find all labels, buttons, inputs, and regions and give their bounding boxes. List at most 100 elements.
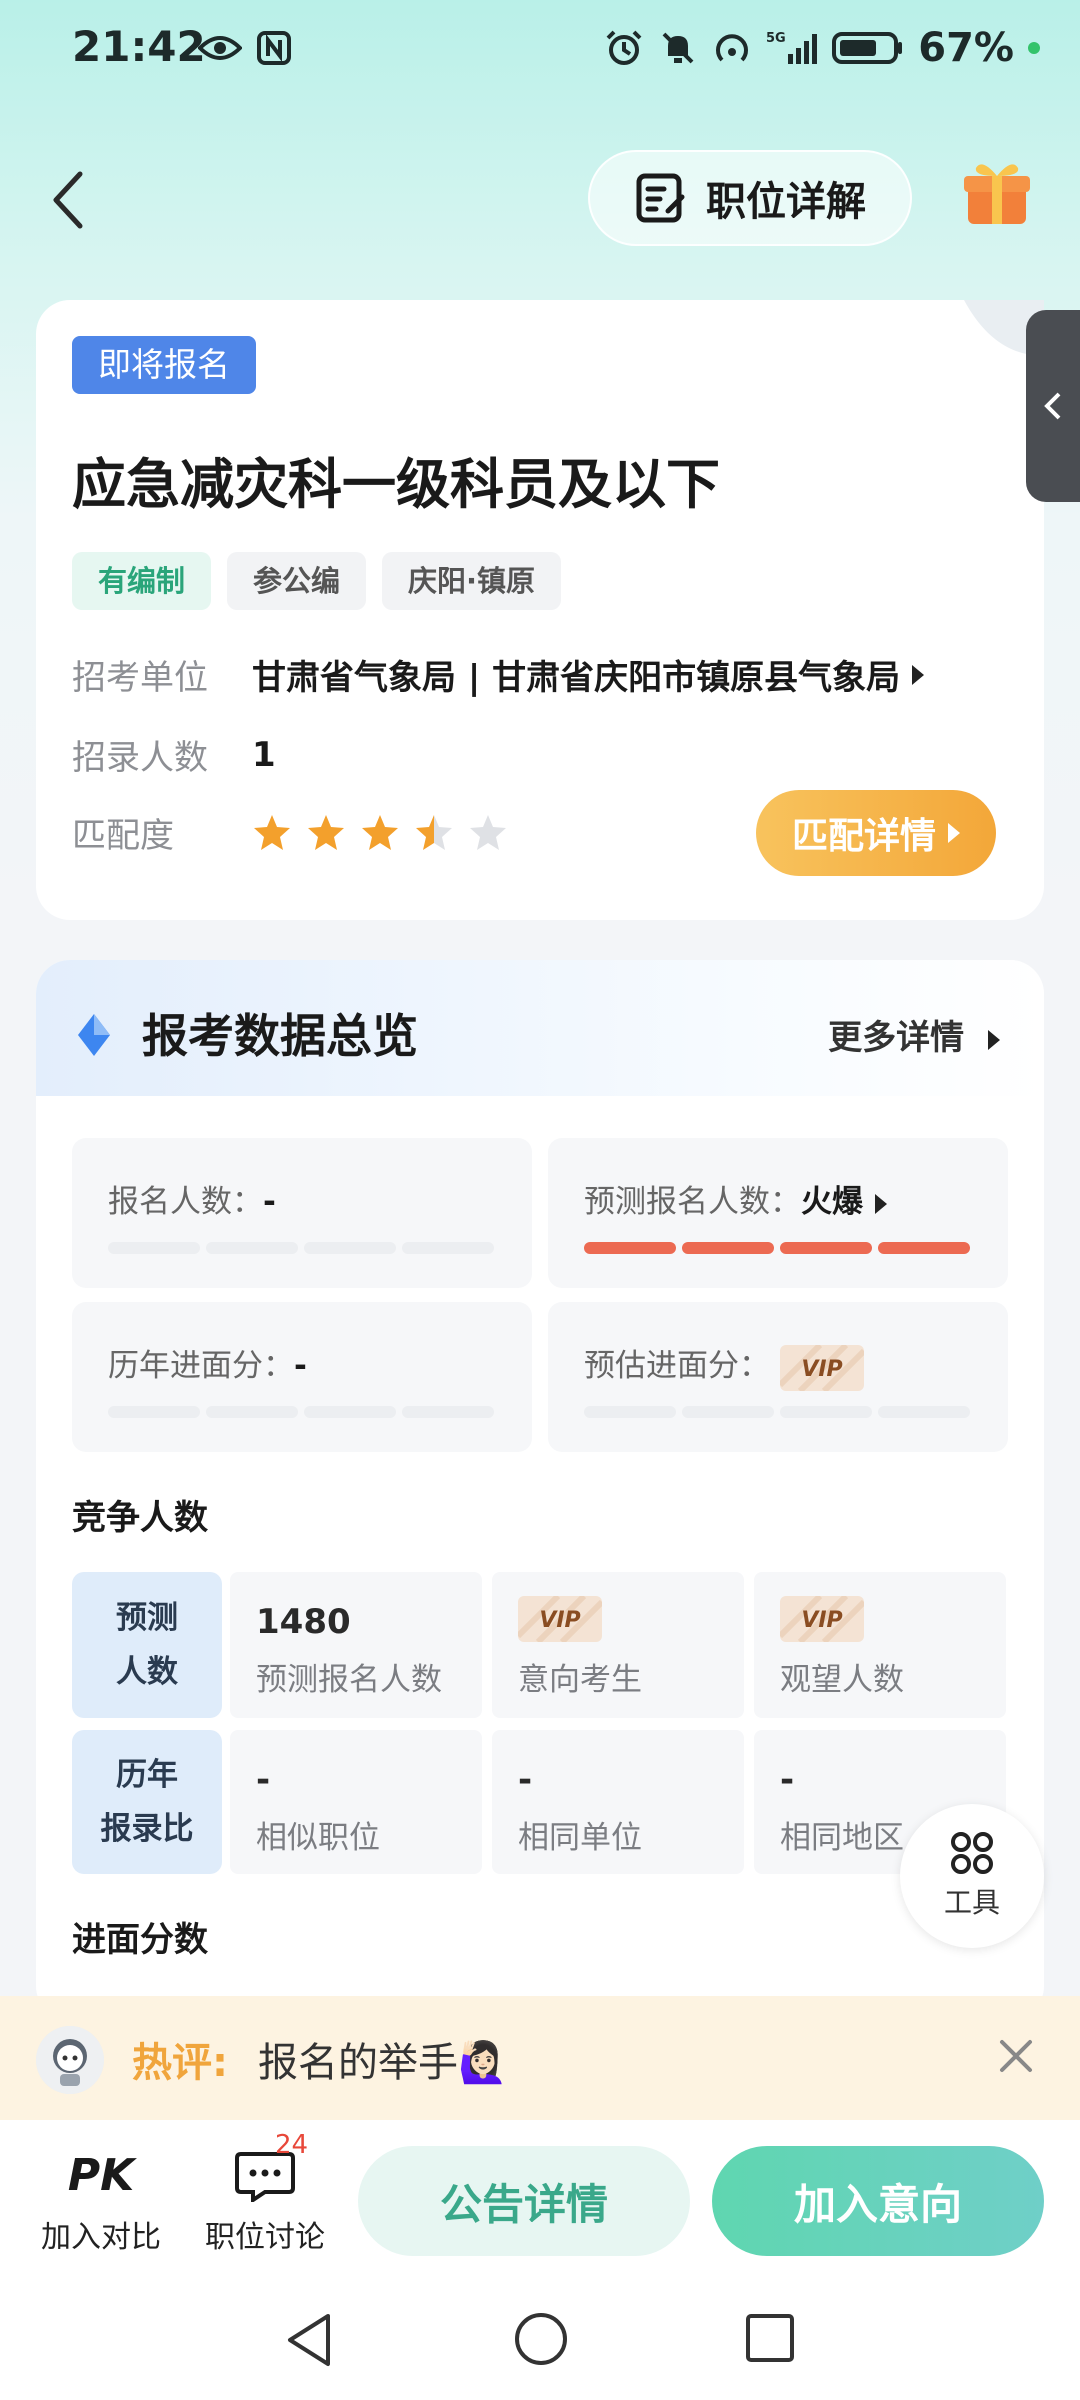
tag-civil-service: 参公编: [227, 552, 367, 610]
hist-score-stat: 历年进面分：-: [72, 1302, 532, 1452]
match-details-button[interactable]: 匹配详情: [756, 790, 996, 876]
grid-cell-similar-jobs: - 相似职位: [230, 1730, 482, 1874]
intent-candidates-label: 意向考生: [518, 1662, 642, 1698]
grid-cell-intent-candidates[interactable]: VIP 意向考生: [492, 1572, 744, 1718]
star-icon: [308, 814, 344, 850]
more-details-link[interactable]: 更多详情: [828, 1010, 1000, 1059]
svg-text:VIP: VIP: [801, 1608, 842, 1633]
hist-score-label: 历年进面分：: [108, 1348, 294, 1384]
similar-jobs-value: -: [256, 1760, 271, 1800]
discussion-count-badge: 24: [275, 2130, 309, 2160]
hist-ratio-head-label: 历年 报录比: [100, 1757, 194, 1847]
predicted-applicants-label: 预测报名人数: [256, 1662, 442, 1698]
caret-right-icon: [875, 1193, 887, 1214]
compare-label: 加入对比: [41, 2220, 161, 2255]
system-navigation-bar: [0, 2280, 1080, 2400]
match-label: 匹配度: [72, 816, 174, 856]
est-score-text: 预估进面分： VIP: [584, 1340, 864, 1391]
tools-label: 工具: [943, 1886, 1000, 1919]
hist-score-value: -: [294, 1348, 307, 1384]
competition-title: 竞争人数: [72, 1498, 208, 1538]
applicants-label: 报名人数：: [108, 1184, 263, 1220]
status-bar: 21:42 5G 67%: [0, 0, 1080, 100]
svg-text:5G: 5G: [766, 31, 786, 46]
svg-text:VIP: VIP: [801, 1357, 842, 1382]
nav-back-icon[interactable]: [282, 2310, 338, 2370]
document-edit-icon: [636, 173, 685, 223]
job-explain-button[interactable]: 职位详解: [588, 150, 912, 246]
grid-cell-predicted-applicants: 1480 预测报名人数: [230, 1572, 482, 1718]
headcount-value: 1: [252, 734, 276, 775]
match-row: 匹配度: [72, 808, 508, 857]
predicted-text: 预测报名人数：火爆: [584, 1176, 887, 1221]
est-score-label: 预估进面分：: [584, 1348, 770, 1384]
avatar: [36, 2026, 104, 2094]
job-info-card: 即将报名 应急减灾科一级科员及以下 有编制 参公编 庆阳·镇原 招考单位 甘肃省…: [36, 300, 1044, 920]
predicted-heat-bar: [584, 1242, 970, 1254]
compare-button[interactable]: PK 加入对比: [16, 2150, 186, 2256]
signal-icon: 5G: [766, 31, 818, 64]
data-overview-title: 报考数据总览: [142, 1009, 418, 1063]
nav-recents-icon[interactable]: [742, 2310, 798, 2366]
notice-details-button[interactable]: 公告详情: [358, 2146, 690, 2256]
predicted-count-head-label: 预测 人数: [116, 1600, 178, 1690]
battery-percent: 67%: [918, 25, 1014, 71]
employer-value: 甘肃省气象局 | 甘肃省庆阳市镇原县气象局: [252, 658, 901, 698]
caret-right-icon: [948, 823, 960, 843]
caret-right-icon: [988, 1029, 1000, 1050]
headcount-row: 招录人数 1: [72, 730, 276, 779]
tools-button[interactable]: 工具: [900, 1804, 1044, 1948]
score-title: 进面分数: [72, 1920, 208, 1960]
add-intent-button[interactable]: 加入意向: [712, 2146, 1044, 2256]
gift-icon[interactable]: [962, 158, 1032, 228]
star-icon: [416, 814, 452, 850]
employer-row[interactable]: 招考单位 甘肃省气象局 | 甘肃省庆阳市镇原县气象局: [72, 650, 925, 699]
tag-staffing: 有编制: [72, 552, 212, 610]
alarm-icon: [606, 30, 642, 65]
est-score-stat[interactable]: 预估进面分： VIP: [548, 1302, 1008, 1452]
status-right: 5G 67%: [604, 25, 1040, 71]
predicted-stat[interactable]: 预测报名人数：火爆: [548, 1138, 1008, 1288]
vip-badge-icon: VIP: [780, 1596, 864, 1642]
chat-icon-wrap: 24: [235, 2130, 308, 2204]
star-icon: [362, 814, 398, 850]
hot-comment-label: 热评:: [132, 2040, 228, 2086]
predicted-applicants-value: 1480: [256, 1602, 351, 1642]
nfc-icon: [257, 31, 291, 65]
job-explain-label: 职位详解: [706, 179, 866, 225]
side-drawer-tab[interactable]: [1026, 310, 1080, 502]
hotspot-icon: [716, 34, 749, 62]
back-arrow-icon[interactable]: [40, 160, 96, 240]
same-employer-value: -: [518, 1760, 533, 1800]
nav-home-icon[interactable]: [512, 2310, 570, 2368]
applicants-text: 报名人数：-: [108, 1176, 276, 1221]
applicants-bar: [108, 1242, 494, 1254]
hist-score-text: 历年进面分：-: [108, 1340, 307, 1385]
similar-jobs-label: 相似职位: [256, 1820, 380, 1856]
vip-badge-icon: VIP: [779, 1344, 864, 1391]
bottom-action-bar: PK 加入对比 24 职位讨论 公告详情 加入意向: [0, 2120, 1080, 2280]
hot-comment-bar[interactable]: 热评: 报名的举手🙋🏻‍♀️: [0, 1996, 1080, 2120]
grid-cell-same-employer: - 相同单位: [492, 1730, 744, 1874]
headcount-label: 招录人数: [72, 738, 208, 778]
star-icon: [470, 814, 506, 850]
discussion-button[interactable]: 24 职位讨论: [180, 2130, 350, 2256]
predicted-label: 预测报名人数：: [584, 1184, 801, 1220]
close-icon[interactable]: [996, 2036, 1036, 2076]
eye-icon: [198, 36, 242, 60]
pk-icon: PK: [67, 2150, 135, 2201]
star-icon: [254, 814, 290, 850]
match-details-label: 匹配详情: [791, 816, 936, 857]
status-badge: 即将报名: [72, 336, 256, 394]
caret-right-icon: [912, 664, 925, 685]
same-region-value: -: [780, 1760, 795, 1800]
grid-cell-watchers[interactable]: VIP 观望人数: [754, 1572, 1006, 1718]
chevron-left-icon: [1044, 392, 1061, 420]
diamond-icon: [78, 1014, 110, 1056]
job-tags: 有编制 参公编 庆阳·镇原: [72, 552, 562, 610]
grid-apps-icon: [951, 1832, 993, 1874]
same-employer-label: 相同单位: [518, 1820, 642, 1856]
privacy-dot: [1028, 42, 1040, 54]
status-time: 21:42: [72, 22, 206, 71]
vip-badge-icon: VIP: [518, 1596, 602, 1642]
